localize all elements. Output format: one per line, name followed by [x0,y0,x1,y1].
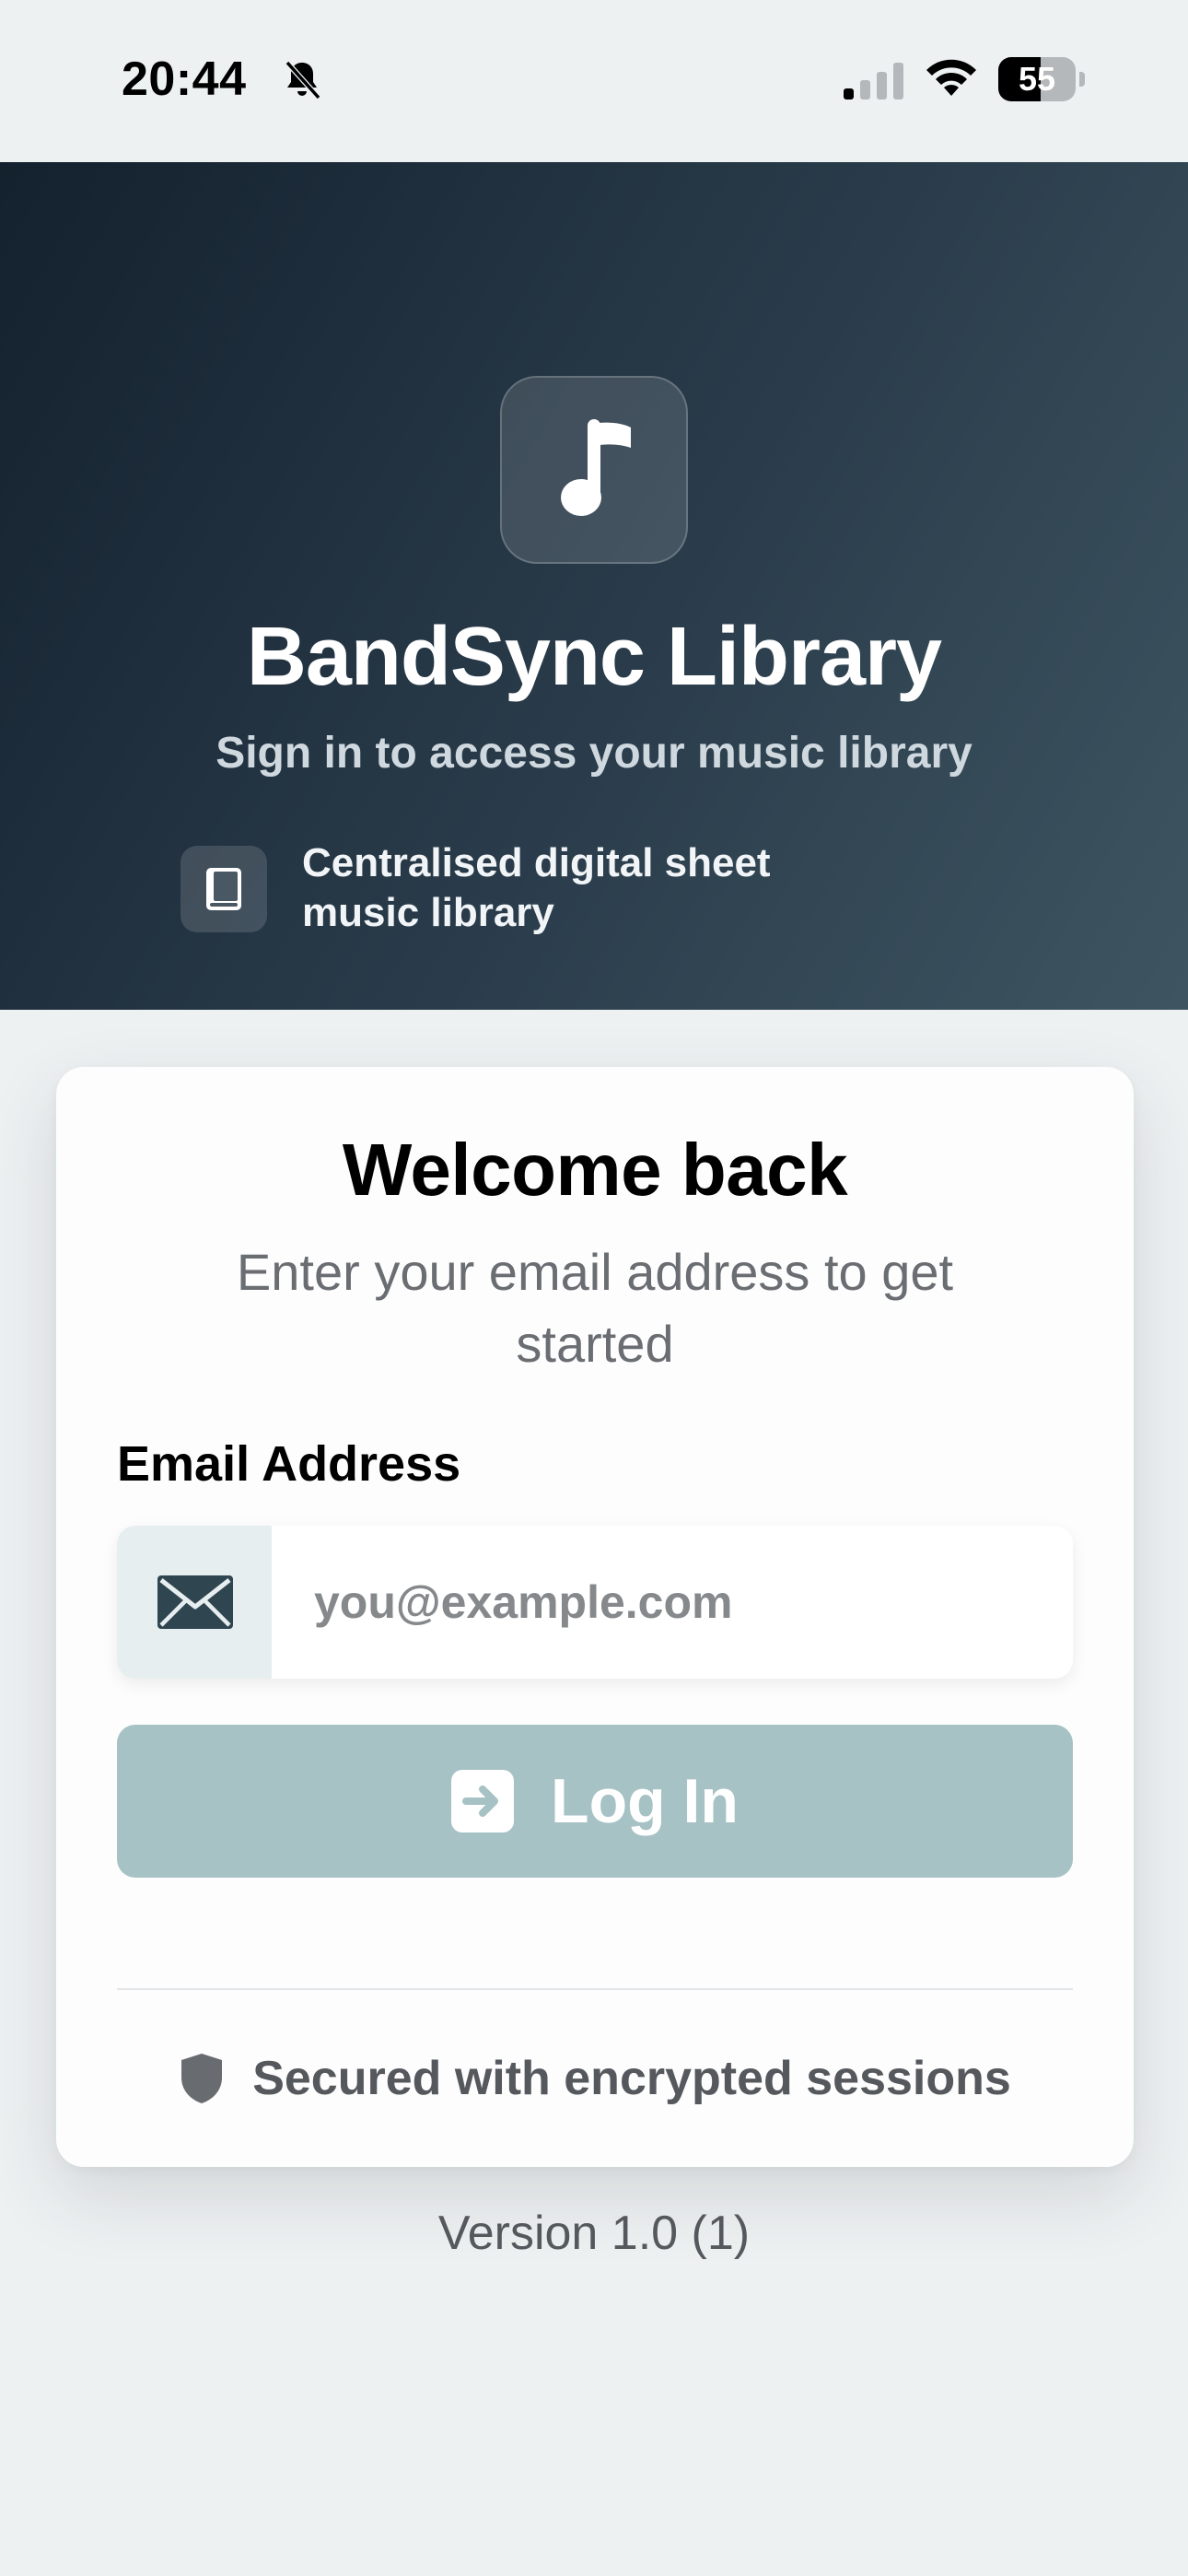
wifi-icon [926,59,976,96]
cellular-signal-icon [844,63,903,100]
battery-indicator: 55 [998,57,1085,101]
login-button-label: Log In [551,1766,739,1836]
book-icon [206,868,241,910]
card-subtitle: Enter your email address to get started [236,1243,954,1373]
hero-banner: BandSync Library Sign in to access your … [0,162,1188,1010]
email-icon-box [117,1526,272,1679]
email-label: Email Address [117,1436,461,1492]
status-time: 20:44 [122,53,247,106]
app-title: BandSync Library [246,611,942,703]
security-note: Secured with encrypted sessions [56,2042,1134,2115]
email-field [117,1526,1073,1679]
feature-icon-tile [181,846,267,932]
divider [117,1988,1073,1990]
version-label: Version 1.0 (1) [437,2207,751,2260]
app-icon-tile [500,376,688,564]
login-card: Welcome back Enter your email address to… [56,1067,1134,2167]
app-subtitle: Sign in to access your music library [215,729,973,778]
music-note-icon [561,419,631,516]
battery-level: 55 [1018,60,1056,98]
email-input[interactable] [272,1526,1073,1679]
bell-slash-icon [285,60,321,100]
arrow-right-square-icon [451,1770,515,1832]
login-button[interactable]: Log In [117,1725,1073,1878]
feature-text: Centralised digital sheet music library [302,840,771,935]
shield-icon [181,2054,223,2103]
status-bar: 20:44 55 [0,0,1188,162]
envelope-icon [157,1575,233,1629]
card-title: Welcome back [342,1129,848,1211]
security-note-text: Secured with encrypted sessions [252,2052,1011,2105]
